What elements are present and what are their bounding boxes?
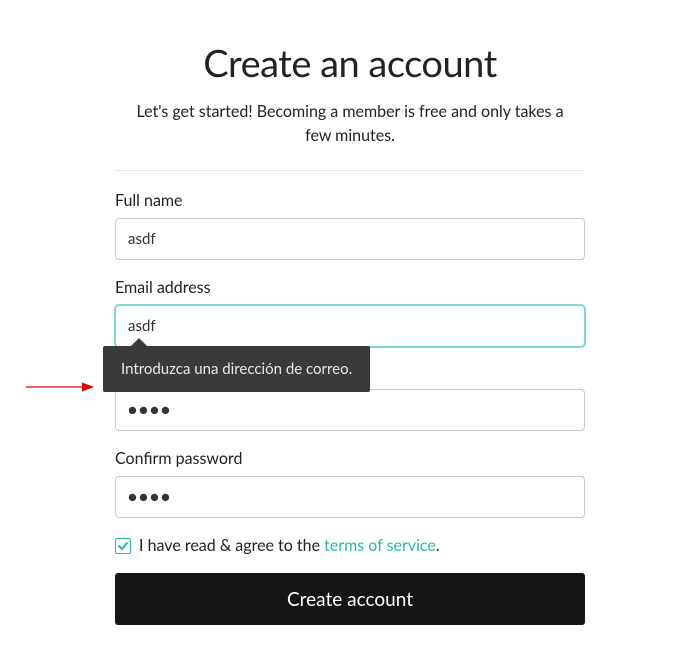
terms-checkbox[interactable]	[115, 538, 131, 554]
annotation-arrow	[24, 380, 94, 394]
confirm-password-group: Confirm password	[115, 449, 585, 518]
email-group: Email address Introduzca una dirección d…	[115, 278, 585, 347]
email-label: Email address	[115, 278, 585, 297]
page-subtitle: Let's get started! Becoming a member is …	[130, 100, 570, 148]
confirm-password-label: Confirm password	[115, 449, 585, 468]
email-input[interactable]	[115, 305, 585, 347]
confirm-password-input[interactable]	[115, 476, 585, 518]
page-title: Create an account	[115, 40, 585, 86]
terms-of-service-link[interactable]: terms of service	[324, 536, 436, 555]
validation-tooltip: Introduzca una dirección de correo.	[103, 346, 370, 392]
signup-form-container: Create an account Let's get started! Bec…	[115, 0, 585, 625]
divider	[115, 170, 585, 171]
checkmark-icon	[117, 540, 129, 552]
terms-text: I have read & agree to the terms of serv…	[139, 536, 440, 555]
terms-row: I have read & agree to the terms of serv…	[115, 536, 585, 555]
fullname-input[interactable]	[115, 218, 585, 260]
fullname-group: Full name	[115, 191, 585, 260]
password-input[interactable]	[115, 389, 585, 431]
create-account-button[interactable]: Create account	[115, 573, 585, 625]
fullname-label: Full name	[115, 191, 585, 210]
